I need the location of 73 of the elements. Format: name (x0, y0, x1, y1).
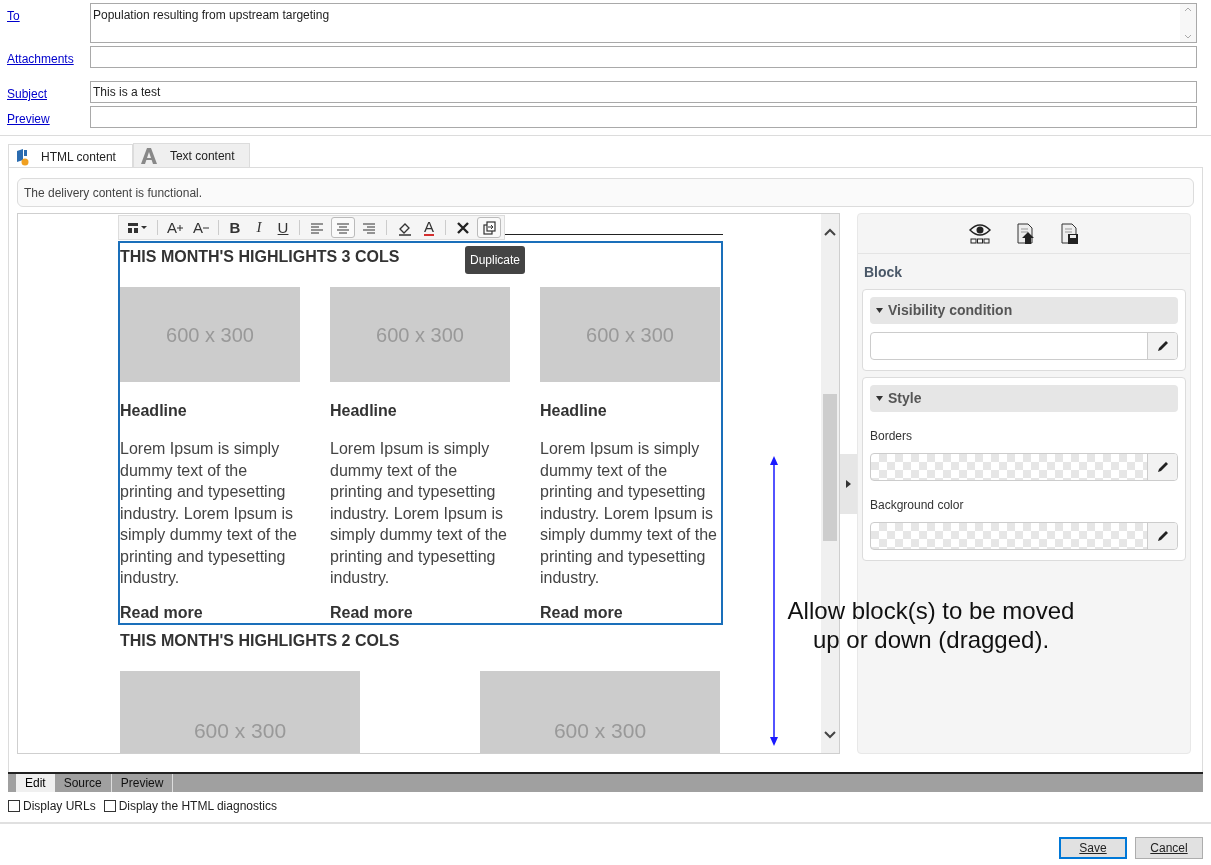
close-icon (455, 219, 472, 236)
caret-icon (846, 479, 851, 488)
color-field[interactable] (870, 522, 1178, 550)
scroll-up-icon[interactable] (824, 228, 836, 236)
duplicate-icon (481, 219, 498, 236)
column-headline: Headline (120, 401, 188, 421)
read-more-link[interactable]: Read more (120, 602, 300, 622)
status-message: The delivery content is functional. (17, 178, 1194, 207)
input-field[interactable]: This is a test (90, 81, 1197, 103)
field-label: Background color (870, 497, 965, 514)
field-label[interactable]: Attachments (0, 46, 90, 68)
duplicate-button[interactable] (477, 217, 502, 238)
collapse-handle[interactable] (840, 453, 857, 514)
section-header[interactable]: Style (870, 385, 1178, 412)
section-header[interactable]: Visibility condition (870, 297, 1178, 324)
field-label[interactable]: Subject (0, 81, 90, 103)
save-button[interactable]: Save (1059, 837, 1127, 859)
caret-icon (876, 308, 883, 313)
editor-tab[interactable]: Preview (111, 774, 174, 792)
text-content-icon (139, 146, 158, 165)
upload-document-icon (1017, 222, 1035, 245)
font-smaller-button[interactable]: A (189, 217, 214, 238)
bold-button[interactable]: B (224, 217, 247, 238)
scroll-down-icon[interactable] (824, 731, 836, 739)
read-more-link[interactable]: Read more (330, 602, 510, 622)
field-label[interactable]: Preview (0, 106, 90, 128)
content-tab[interactable]: HTML content (8, 144, 133, 168)
annotation-text: Allow block(s) to be moved up or down (dragged). (786, 596, 1076, 654)
body-text: Lorem Ipsum is simply dummy text of the printing and typesetting industry. Lorem Ipsum is simply dummy text of the printing and typesetting industry. (120, 439, 298, 588)
pencil-icon (1156, 340, 1169, 352)
scrollbar[interactable] (1180, 4, 1196, 42)
plus-icon (177, 224, 183, 231)
column-headline: Headline (540, 401, 608, 421)
save-document-icon (1061, 222, 1079, 245)
checkbox[interactable] (103, 800, 116, 812)
text-color-button[interactable]: A (418, 217, 441, 238)
minus-icon (203, 224, 210, 231)
checkbox-label: Display the HTML diagnostics (118, 798, 277, 815)
caret-icon (876, 396, 883, 401)
checkbox-label: Display URLs (23, 798, 96, 815)
html-document-icon (15, 147, 29, 166)
block-heading: THIS MONTH'S HIGHLIGHTS 3 COLS (120, 247, 400, 267)
align-center-button[interactable] (331, 217, 356, 238)
body-text: Lorem Ipsum is simply dummy text of the printing and typesetting industry. Lorem Ipsum is simply dummy text of the printing and typesetting industry. (330, 439, 508, 588)
content-tab[interactable]: Text content (132, 143, 250, 167)
editor-tab[interactable]: Source (54, 774, 112, 792)
input-field[interactable] (90, 46, 1197, 68)
column-headline: Headline (330, 401, 398, 421)
cancel-button[interactable]: Cancel (1135, 837, 1203, 859)
scroll-up-icon (1184, 7, 1192, 12)
input-field[interactable] (870, 332, 1178, 360)
color-field[interactable] (870, 453, 1178, 481)
scroll-thumb[interactable] (823, 394, 837, 541)
font-larger-button[interactable]: A (163, 217, 187, 238)
text-area[interactable]: Population resulting from upstream targeting (90, 3, 1197, 43)
scroll-down-icon (1184, 34, 1192, 39)
underline-button[interactable]: U (272, 217, 295, 238)
double-arrow-icon (768, 456, 780, 746)
input-field[interactable] (90, 106, 1197, 128)
panel-title: Block (863, 263, 904, 282)
field-label: Borders (870, 428, 914, 445)
tooltip: Duplicate (465, 246, 526, 274)
block-heading: THIS MONTH'S HIGHLIGHTS 2 COLS (120, 630, 400, 651)
italic-button[interactable]: I (248, 217, 271, 238)
pencil-icon (1156, 461, 1169, 473)
content-block[interactable] (118, 241, 723, 625)
pencil-icon (1156, 530, 1169, 542)
read-more-link[interactable]: Read more (540, 602, 720, 622)
preview-icon (969, 222, 991, 245)
checkbox[interactable] (8, 800, 20, 812)
field-label[interactable]: To (0, 3, 90, 43)
editor-tab[interactable]: Edit (16, 774, 55, 792)
body-text: Lorem Ipsum is simply dummy text of the printing and typesetting industry. Lorem Ipsum is simply dummy text of the printing and typesetting industry. (540, 439, 718, 588)
